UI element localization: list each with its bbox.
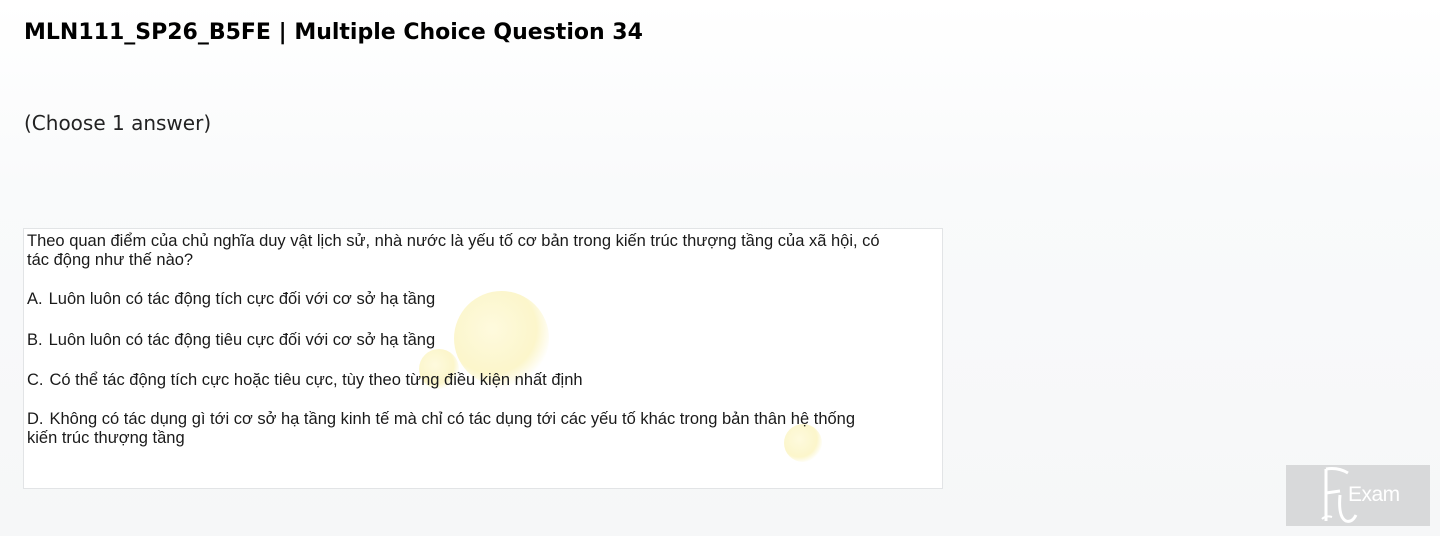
answer-option-c: C. Có thể tác động tích cực hoặc tiêu cực… (27, 371, 583, 390)
option-text: Có thể tác động tích cực hoặc tiêu cực, … (49, 371, 583, 389)
option-letter: C. (27, 371, 44, 389)
option-text: Luôn luôn có tác động tiêu cực đối với c… (48, 331, 436, 349)
question-image-panel: Theo quan điểm của chủ nghĩa duy vật lịc… (23, 228, 943, 489)
option-letter: B. (27, 331, 43, 349)
option-text: Không có tác dụng gì tới cơ sở hạ tầng k… (27, 410, 856, 447)
exam-logo-watermark: Exam (1286, 465, 1430, 526)
option-text: Luôn luôn có tác động tích cực đối với c… (48, 290, 436, 308)
option-letter: A. (27, 290, 43, 308)
logo-text: Exam (1348, 483, 1400, 506)
answer-option-a: A. Luôn luôn có tác động tích cực đối với… (27, 290, 435, 309)
answer-option-b: B. Luôn luôn có tác động tiêu cực đối với… (27, 331, 435, 350)
answer-instruction: (Choose 1 answer) (24, 111, 212, 135)
page-title: MLN111_SP26_B5FE | Multiple Choice Quest… (24, 20, 643, 45)
option-letter: D. (27, 410, 44, 428)
question-text: Theo quan điểm của chủ nghĩa duy vật lịc… (27, 232, 880, 269)
answer-option-d: D. Không có tác dụng gì tới cơ sở hạ tầng… (27, 410, 887, 448)
